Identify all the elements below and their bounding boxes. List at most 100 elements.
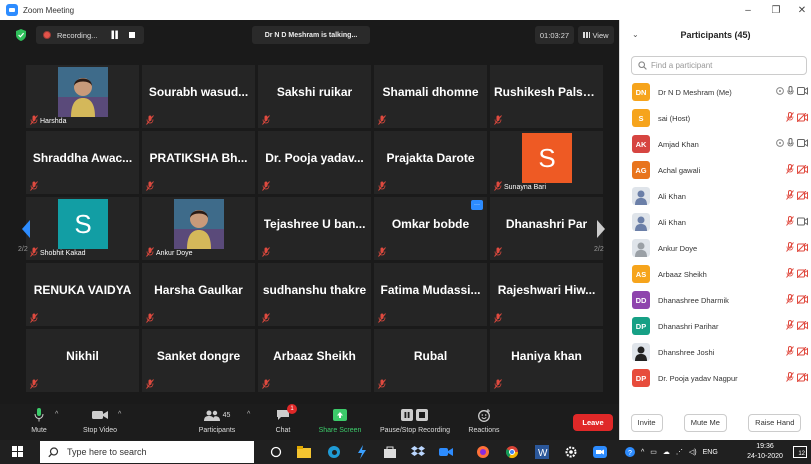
muted-mic-icon[interactable] <box>786 164 794 174</box>
video-tile[interactable]: Harsha Gaulkar <box>142 263 255 326</box>
video-tile[interactable]: RENUKA VAIDYA <box>26 263 139 326</box>
video-off-icon[interactable] <box>797 294 808 304</box>
word-icon[interactable]: W <box>534 444 550 460</box>
taskbar-clock[interactable]: 19:36 24-10-2020 <box>742 442 788 462</box>
video-camera-icon[interactable] <box>797 87 808 95</box>
video-tile[interactable]: Prajakta Darote <box>374 131 487 194</box>
store-bag-icon[interactable] <box>382 444 398 460</box>
bluetooth-app-icon[interactable] <box>354 444 370 460</box>
participant-row[interactable]: Dhanshree Joshi <box>620 339 811 365</box>
muted-mic-icon[interactable] <box>786 346 794 356</box>
video-tile[interactable]: Fatima Mudassi... <box>374 263 487 326</box>
participant-search-input[interactable]: Find a participant <box>631 56 807 75</box>
video-tile[interactable]: PRATIKSHA Bh... <box>142 131 255 194</box>
zoom-taskbar-icon[interactable] <box>438 444 454 460</box>
participant-row[interactable]: AG Achal gawali <box>620 157 811 183</box>
video-camera-icon[interactable] <box>797 139 808 147</box>
muted-mic-icon[interactable] <box>786 190 794 200</box>
participant-row[interactable]: DP Dhanashri Parihar <box>620 313 811 339</box>
language-indicator[interactable]: ENG <box>703 449 718 456</box>
windows-start-icon[interactable] <box>12 446 24 458</box>
muted-mic-icon[interactable] <box>786 320 794 330</box>
video-off-icon[interactable] <box>797 320 808 330</box>
video-off-icon[interactable] <box>797 268 808 278</box>
audio-options-caret-icon[interactable]: ^ <box>55 411 58 418</box>
video-off-icon[interactable] <box>797 346 808 356</box>
pause-recording-icon[interactable]: ▌▌ <box>111 32 120 39</box>
video-tile[interactable]: Omkar bobde ··· <box>374 197 487 260</box>
encryption-shield-icon[interactable] <box>16 29 26 41</box>
dropbox-icon[interactable] <box>410 444 426 460</box>
video-off-icon[interactable] <box>797 164 808 174</box>
task-view-icon[interactable] <box>268 444 284 460</box>
video-tile[interactable]: Dhanashri Par <box>490 197 603 260</box>
pause-stop-recording-button[interactable]: Pause/Stop Recording <box>375 407 455 439</box>
video-options-caret-icon[interactable]: ^ <box>118 411 121 418</box>
taskbar-search-box[interactable]: Type here to search <box>40 441 254 463</box>
video-tile[interactable]: Haniya khan <box>490 329 603 392</box>
more-options-icon[interactable]: ··· <box>471 200 483 210</box>
video-tile[interactable]: Sakshi ruikar <box>258 65 371 128</box>
firefox-icon[interactable] <box>475 444 491 460</box>
invite-button[interactable]: Invite <box>630 413 663 432</box>
video-tile[interactable]: Sanket dongre <box>142 329 255 392</box>
video-tile[interactable]: Ankur Doye <box>142 197 255 260</box>
video-off-icon[interactable] <box>797 190 808 200</box>
chrome-icon[interactable] <box>504 444 520 460</box>
mute-button[interactable]: Mute <box>26 407 52 439</box>
video-tile[interactable]: sudhanshu thakre <box>258 263 371 326</box>
participant-row[interactable]: Ali Khan <box>620 183 811 209</box>
muted-mic-icon[interactable] <box>786 216 794 226</box>
video-tile[interactable]: S Sunayna Bari <box>490 131 603 194</box>
video-tile[interactable]: Shraddha Awac... <box>26 131 139 194</box>
microphone-icon[interactable] <box>787 86 794 96</box>
edge-browser-icon[interactable] <box>326 444 342 460</box>
participant-row[interactable]: DN Dr N D Meshram (Me) <box>620 79 811 105</box>
network-icon[interactable]: ▭ <box>650 448 657 456</box>
muted-mic-icon[interactable] <box>786 242 794 252</box>
stop-recording-icon[interactable] <box>129 32 136 38</box>
participant-row[interactable]: Ankur Doye <box>620 235 811 261</box>
participant-row[interactable]: Ali Khan <box>620 209 811 235</box>
muted-mic-icon[interactable] <box>786 372 794 382</box>
reactions-button[interactable]: Reactions <box>464 407 504 439</box>
video-off-icon[interactable] <box>797 112 808 122</box>
video-tile[interactable]: Tejashree U ban... <box>258 197 371 260</box>
muted-mic-icon[interactable] <box>786 112 794 122</box>
mute-me-button[interactable]: Mute Me <box>683 413 727 432</box>
video-off-icon[interactable] <box>797 372 808 382</box>
close-button[interactable]: ✕ <box>782 0 811 20</box>
video-tile[interactable]: S Shobhit Kakad <box>26 197 139 260</box>
help-icon[interactable]: ? <box>625 447 635 457</box>
video-tile[interactable]: Rubal <box>374 329 487 392</box>
participant-row[interactable]: Ssai (Host) <box>620 105 811 131</box>
video-tile[interactable]: Rajeshwari Hiw... <box>490 263 603 326</box>
zoom-active-window-icon[interactable] <box>592 444 608 460</box>
participant-row[interactable]: DD Dhanashree Dharmik <box>620 287 811 313</box>
wifi-icon[interactable]: ⋰ <box>676 448 683 456</box>
leave-button[interactable]: Leave <box>573 414 613 431</box>
cloud-icon[interactable]: ☁ <box>663 448 670 456</box>
tray-overflow-icon[interactable]: ^ <box>641 449 644 456</box>
next-page-arrow-icon[interactable] <box>594 218 608 240</box>
share-screen-button[interactable]: Share Screen <box>316 407 364 439</box>
chat-button[interactable]: 1 Chat <box>270 404 297 439</box>
participant-row[interactable]: DP Dr. Pooja yadav Nagpur <box>620 365 811 391</box>
previous-page-arrow-icon[interactable] <box>19 218 33 240</box>
participant-row[interactable]: AS Arbaaz Sheikh <box>620 261 811 287</box>
video-off-icon[interactable] <box>797 217 808 226</box>
video-tile[interactable]: Sourabh wasud... <box>142 65 255 128</box>
muted-mic-icon[interactable] <box>786 268 794 278</box>
notifications-icon[interactable]: 12 <box>793 446 807 458</box>
video-tile[interactable]: Rushikesh Palso... <box>490 65 603 128</box>
video-tile[interactable]: Dr. Pooja yadav... <box>258 131 371 194</box>
video-tile[interactable]: Harshda <box>26 65 139 128</box>
video-tile[interactable]: Shamali dhomne <box>374 65 487 128</box>
participants-options-caret-icon[interactable]: ^ <box>247 411 250 418</box>
file-explorer-icon[interactable] <box>296 444 312 460</box>
collapse-panel-chevron-icon[interactable]: ⌄ <box>632 30 639 39</box>
microphone-icon[interactable] <box>787 138 794 148</box>
participant-row[interactable]: AK Amjad Khan <box>620 131 811 157</box>
view-button[interactable]: View <box>578 26 614 44</box>
settings-gear-icon[interactable] <box>563 444 579 460</box>
